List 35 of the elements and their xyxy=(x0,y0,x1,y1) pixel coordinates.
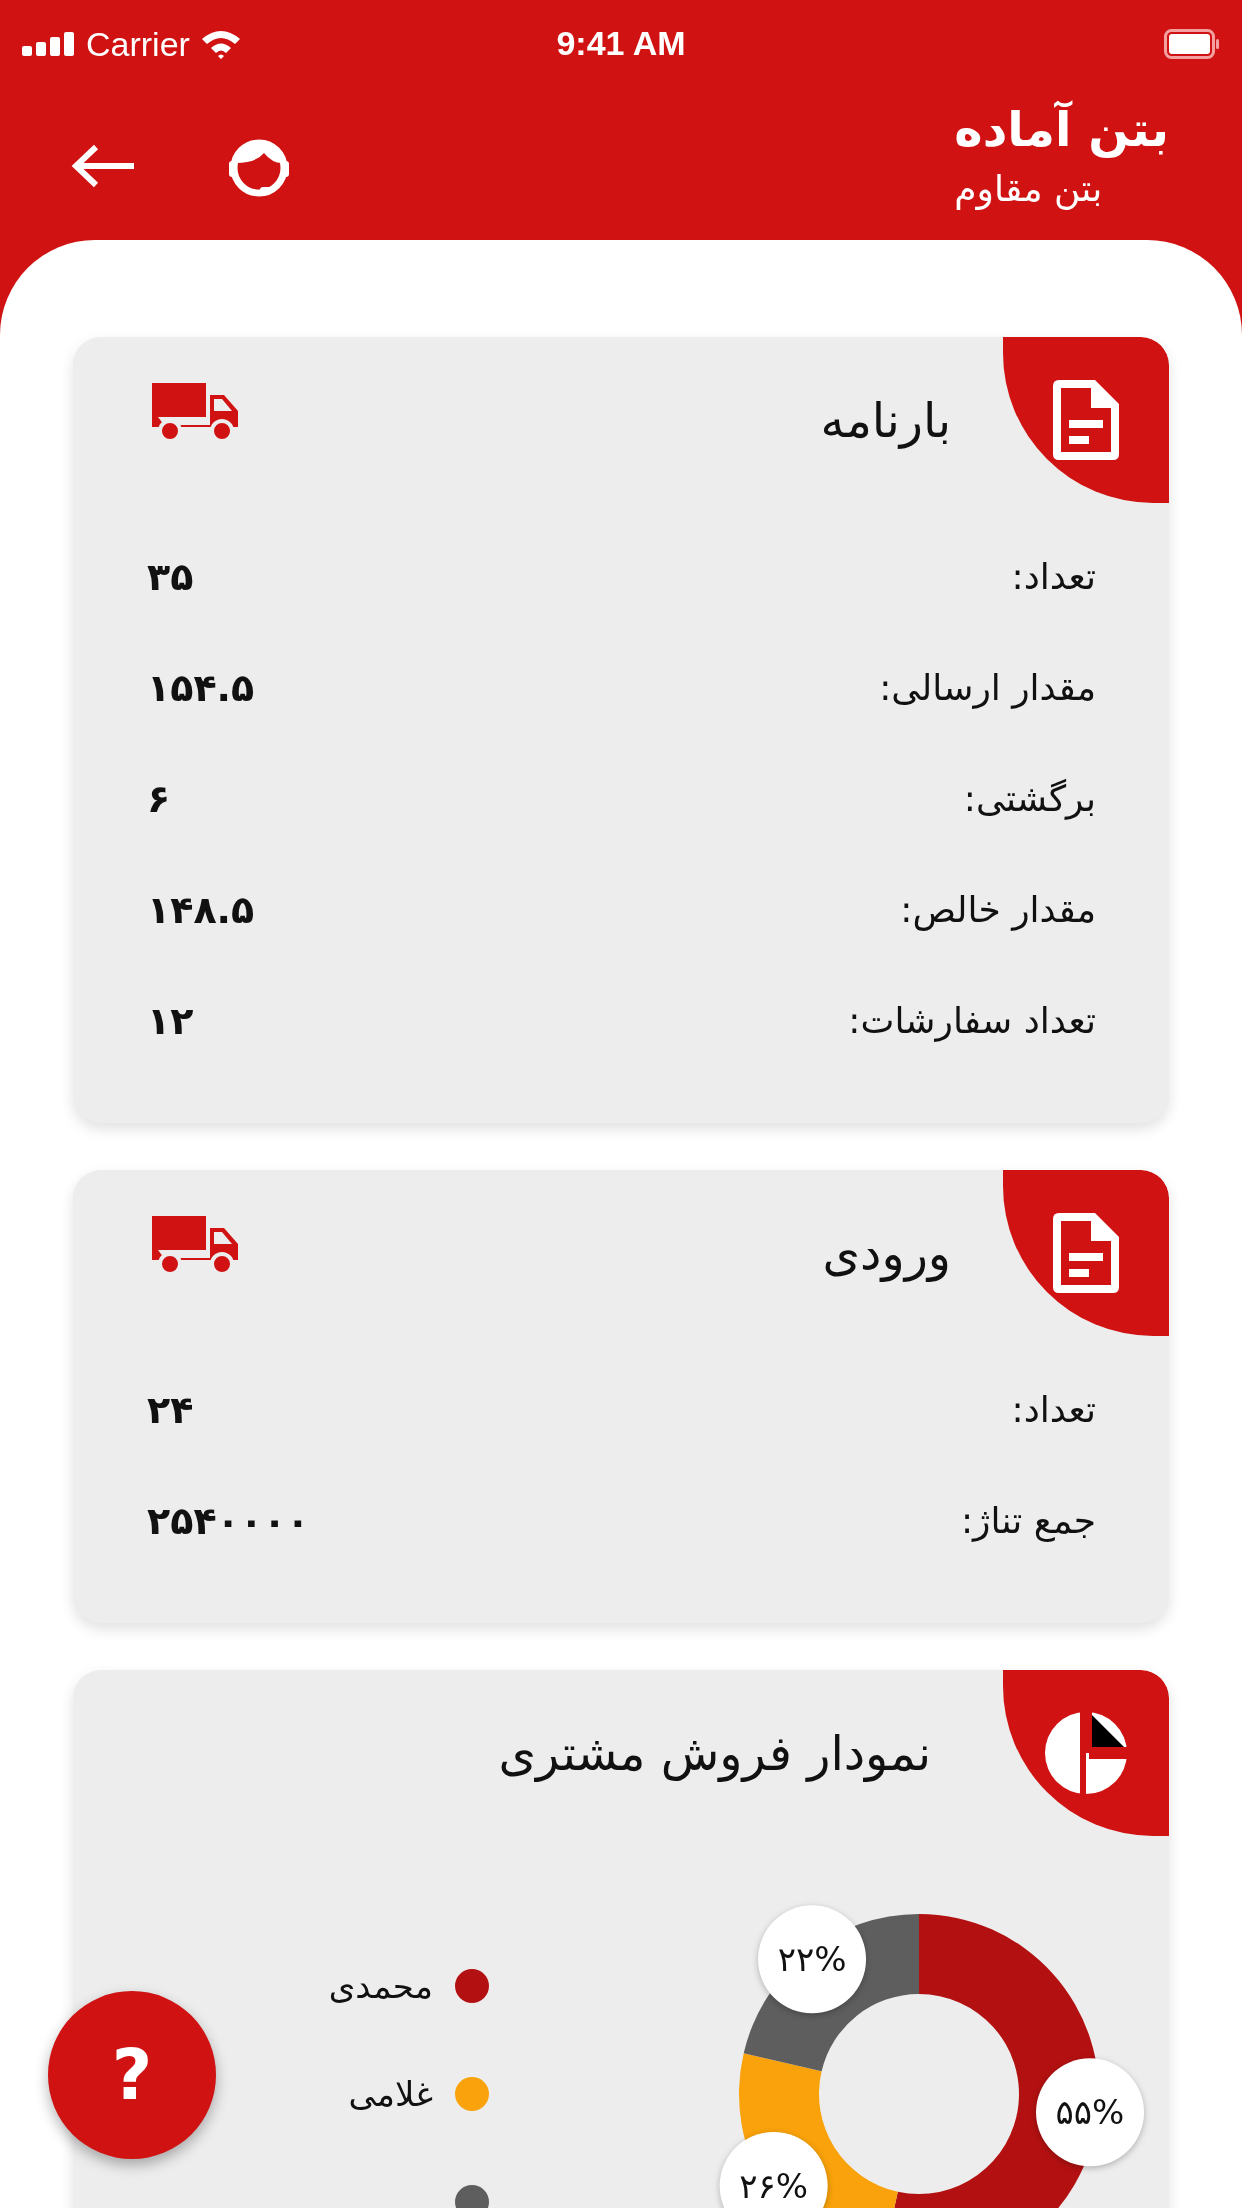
signal-icon xyxy=(22,32,76,56)
carrier-name: Carrier xyxy=(86,24,190,64)
field-label: تعداد سفارشات: xyxy=(848,1000,1096,1041)
data-label: ۲۲% xyxy=(777,1939,847,1980)
legend-label: محمدی xyxy=(328,1966,433,2006)
field-value: ۲۵۴۰۰۰۰ xyxy=(147,1498,310,1543)
field-value: ۱۲ xyxy=(147,998,194,1043)
card-title: بارنامه xyxy=(820,392,951,448)
data-label: ۲۶% xyxy=(739,2165,809,2206)
value-label: ۲۲% xyxy=(758,1905,867,2014)
value-label: ۲۶% xyxy=(719,2132,828,2208)
app-title: بتن آماده xyxy=(954,99,1169,160)
field-label: تعداد: xyxy=(1011,556,1096,597)
document-icon xyxy=(1053,380,1119,460)
document-icon xyxy=(1053,1213,1119,1293)
pie-chart-icon xyxy=(1045,1712,1127,1794)
value-label: ۵۵% xyxy=(1036,2058,1144,2167)
app-subtitle: بتن مقاوم xyxy=(954,167,1103,212)
legend-label: غلامی xyxy=(348,2074,433,2114)
field-label: مقدار خالص: xyxy=(900,889,1096,930)
field-label: جمع تناژ: xyxy=(960,1500,1096,1541)
field-label: مقدار ارسالی: xyxy=(879,667,1096,708)
clock-time: 9:41 AM xyxy=(556,24,686,62)
card-title: نمودار فروش مشتری xyxy=(498,1725,931,1781)
card-title: ورودی xyxy=(822,1225,951,1281)
field-label: برگشتی: xyxy=(963,778,1096,819)
field-value: ۳۵ xyxy=(147,554,194,599)
field-value: ۶ xyxy=(147,776,171,821)
back-button[interactable] xyxy=(70,143,136,189)
field-value: ۱۴۸.۵ xyxy=(147,887,255,932)
battery-icon xyxy=(1164,29,1220,59)
data-label: ۵۵% xyxy=(1055,2092,1125,2133)
field-value: ۱۵۴.۵ xyxy=(147,665,255,710)
field-label: تعداد: xyxy=(1011,1389,1096,1430)
field-value: ۲۴ xyxy=(147,1387,194,1432)
